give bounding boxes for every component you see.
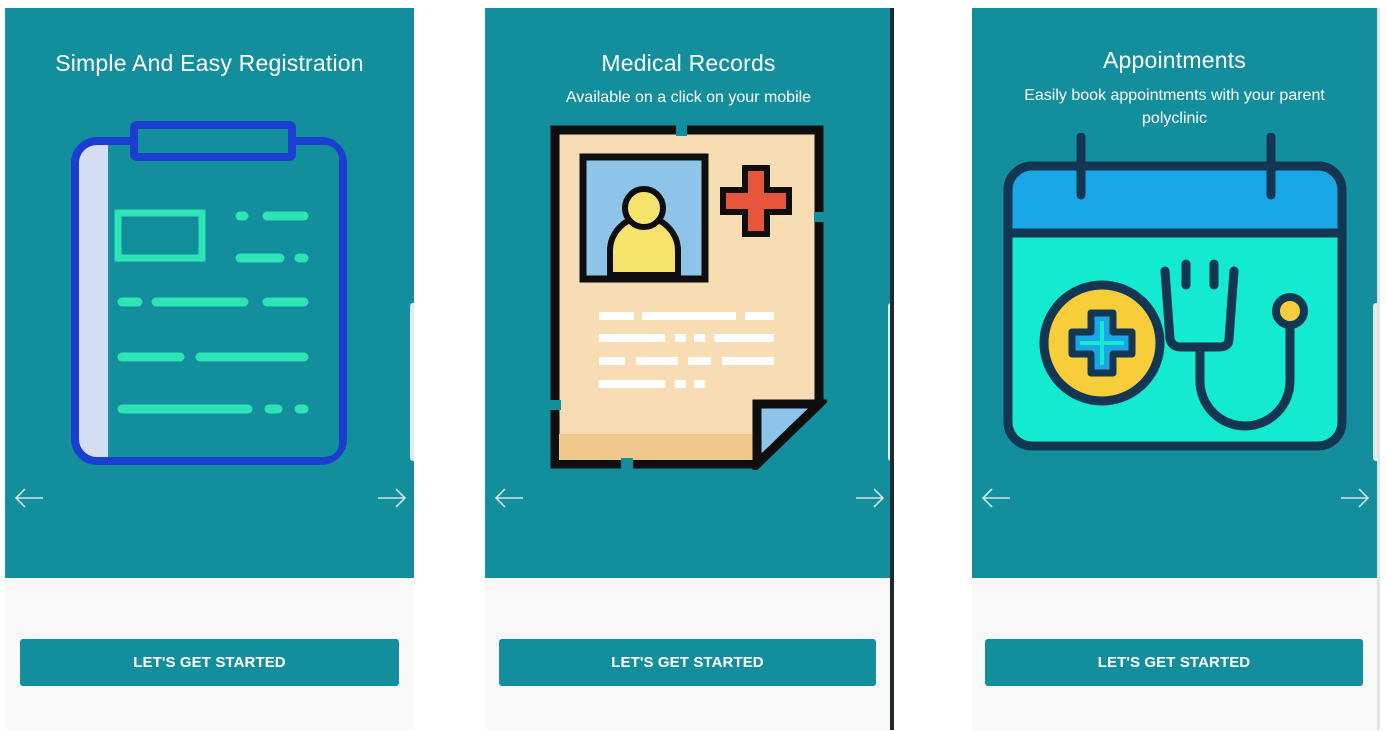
next-slide-peek (410, 303, 414, 461)
slide-title: Simple And Easy Registration (55, 50, 364, 76)
onboarding-slide[interactable]: Medical Records Available on a click on … (485, 8, 892, 578)
arrow-left-icon[interactable] (980, 486, 1012, 510)
arrow-left-icon[interactable] (13, 486, 45, 510)
device-edge (1377, 8, 1380, 730)
clipboard-icon (71, 121, 347, 465)
slide-title: Medical Records (601, 50, 776, 76)
slide-subtitle: Easily book appointments with your paren… (1024, 87, 1325, 127)
arrow-right-icon[interactable] (376, 486, 408, 510)
slide-subtitle: Available on a click on your mobile (565, 89, 812, 106)
onboarding-screen-registration: Simple And Easy Registration LET'S GET S… (5, 8, 414, 730)
onboarding-screen-appointments: Appointments Easily book appointments wi… (972, 8, 1377, 730)
medical-record-icon (549, 124, 827, 470)
get-started-button[interactable]: LET'S GET STARTED (20, 639, 399, 686)
onboarding-slide[interactable]: Appointments Easily book appointments wi… (972, 8, 1377, 578)
onboarding-screen-medical-records: Medical Records Available on a click on … (485, 8, 892, 730)
get-started-button[interactable]: LET'S GET STARTED (985, 639, 1363, 686)
arrow-left-icon[interactable] (493, 486, 525, 510)
arrow-right-icon[interactable] (1339, 486, 1371, 510)
arrow-right-icon[interactable] (854, 486, 886, 510)
calendar-stethoscope-icon (1003, 133, 1347, 451)
device-edge (890, 8, 894, 730)
get-started-button[interactable]: LET'S GET STARTED (499, 639, 876, 686)
onboarding-slide[interactable]: Simple And Easy Registration (5, 8, 414, 578)
slide-title: Appointments (1102, 47, 1247, 73)
